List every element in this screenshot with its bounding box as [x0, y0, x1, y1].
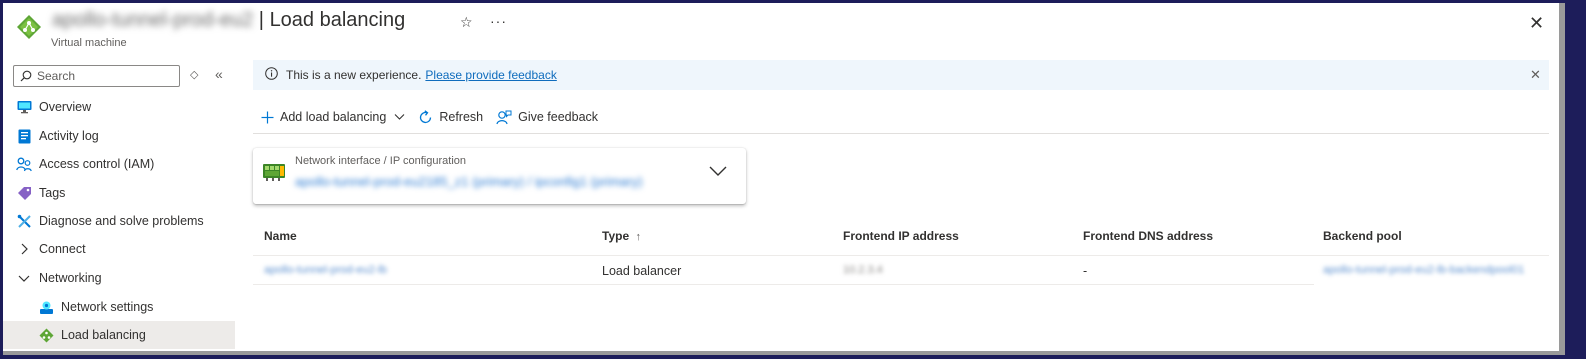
sidebar-item-diagnose[interactable]: Diagnose and solve problems: [3, 207, 235, 235]
sidebar-item-label: Connect: [39, 242, 86, 256]
ip-config-value: apollo-tunnel-prod-eu2185_z1 (primary) /…: [295, 174, 643, 189]
sidebar-item-overview[interactable]: Overview: [3, 93, 235, 121]
activity-log-icon: [16, 128, 32, 144]
vm-load-balancer-icon: [17, 15, 41, 39]
more-options-icon[interactable]: ···: [490, 13, 507, 29]
give-feedback-label: Give feedback: [518, 110, 599, 124]
sidebar-item-tags[interactable]: Tags: [3, 179, 235, 207]
give-feedback-button[interactable]: Give feedback: [496, 110, 598, 125]
frame-shadow-bottom: [3, 351, 1565, 355]
title-separator: |: [253, 9, 270, 31]
sidebar-search-input[interactable]: Search: [13, 65, 180, 87]
info-banner: This is a new experience. Please provide…: [253, 60, 1549, 90]
info-icon: [265, 67, 278, 83]
network-interface-icon: [263, 164, 285, 181]
column-header-name[interactable]: Name: [264, 229, 297, 243]
resource-type: Virtual machine: [51, 37, 127, 49]
refresh-label: Refresh: [439, 110, 484, 124]
search-icon: [20, 70, 32, 82]
load-balancer-type: Load balancer: [602, 264, 682, 278]
favorite-star-icon[interactable]: ☆: [460, 14, 473, 31]
toolbar-divider: [253, 133, 1549, 134]
refresh-icon: [418, 109, 433, 125]
sidebar-item-label: Access control (IAM): [39, 157, 155, 171]
column-header-backend-pool[interactable]: Backend pool: [1323, 229, 1402, 243]
ip-config-label: Network interface / IP configuration: [295, 155, 466, 167]
search-options-icon[interactable]: ◇: [190, 68, 198, 81]
wrench-icon: [16, 213, 32, 229]
blade-title: Load balancing: [269, 9, 406, 31]
ip-configuration-dropdown[interactable]: Network interface / IP configuration apo…: [253, 148, 746, 204]
column-header-type-label: Type: [602, 229, 630, 243]
sidebar-item-label: Diagnose and solve problems: [39, 214, 204, 228]
people-icon: [16, 156, 32, 172]
chevron-down-icon: [709, 166, 727, 176]
feedback-link[interactable]: Please provide feedback: [425, 68, 556, 82]
frame-shadow-right: [1559, 3, 1565, 355]
feedback-icon: [496, 110, 512, 125]
sidebar-item-label: Network settings: [61, 300, 154, 314]
column-header-type[interactable]: Type ↑: [602, 229, 641, 243]
add-load-balancing-label: Add load balancing: [280, 110, 387, 124]
resource-name: apollo-tunnel-prod-eu2: [52, 9, 254, 31]
sidebar-item-activity-log[interactable]: Activity log: [3, 122, 235, 150]
sidebar-item-connect[interactable]: Connect: [3, 235, 235, 263]
command-bar: Add load balancing Refresh Give feedback: [253, 104, 611, 130]
plus-icon: [261, 111, 274, 124]
sidebar-item-label: Tags: [39, 186, 66, 200]
sidebar-item-label: Networking: [39, 271, 102, 285]
sidebar-item-access-control[interactable]: Access control (IAM): [3, 150, 235, 178]
chevron-down-icon: [16, 270, 32, 286]
sidebar-item-networking[interactable]: Networking: [3, 264, 235, 292]
search-placeholder: Search: [37, 69, 76, 83]
sidebar-item-label: Load balancing: [61, 328, 146, 342]
banner-text: This is a new experience.: [286, 68, 422, 82]
sidebar-item-network-settings[interactable]: Network settings: [3, 293, 235, 321]
sidebar-item-load-balancing[interactable]: Load balancing: [3, 321, 235, 349]
frontend-dns-value: -: [1083, 264, 1088, 278]
sidebar-item-label: Activity log: [39, 129, 99, 143]
portal-frame: [3, 3, 1559, 351]
table-header-divider: [253, 255, 1549, 256]
collapse-sidebar-icon[interactable]: «: [215, 66, 223, 82]
column-header-frontend-ip[interactable]: Frontend IP address: [843, 229, 959, 243]
add-load-balancing-button[interactable]: Add load balancing: [261, 110, 405, 124]
tag-icon: [16, 185, 32, 201]
load-balancer-name-link[interactable]: apollo-tunnel-prod-eu2-lb: [264, 264, 387, 276]
close-blade-icon[interactable]: ✕: [1529, 13, 1544, 34]
sidebar-item-label: Overview: [39, 100, 92, 114]
frontend-ip-value: 10.2.3.4: [843, 264, 883, 276]
page-title: apollo-tunnel-prod-eu2 | Load balancing: [52, 9, 405, 32]
dismiss-banner-icon[interactable]: ✕: [1530, 67, 1541, 83]
network-settings-icon: [38, 299, 54, 315]
backend-pool-link[interactable]: apollo-tunnel-prod-eu2-lb-backendpool01: [1323, 264, 1524, 276]
refresh-button[interactable]: Refresh: [418, 109, 484, 125]
load-balancer-icon: [38, 327, 54, 343]
column-header-frontend-dns[interactable]: Frontend DNS address: [1083, 229, 1213, 243]
monitor-icon: [16, 99, 32, 115]
table-row-divider: [253, 284, 1314, 285]
chevron-down-icon: [394, 113, 405, 121]
sort-ascending-icon: ↑: [635, 231, 641, 243]
chevron-right-icon: [16, 241, 32, 257]
